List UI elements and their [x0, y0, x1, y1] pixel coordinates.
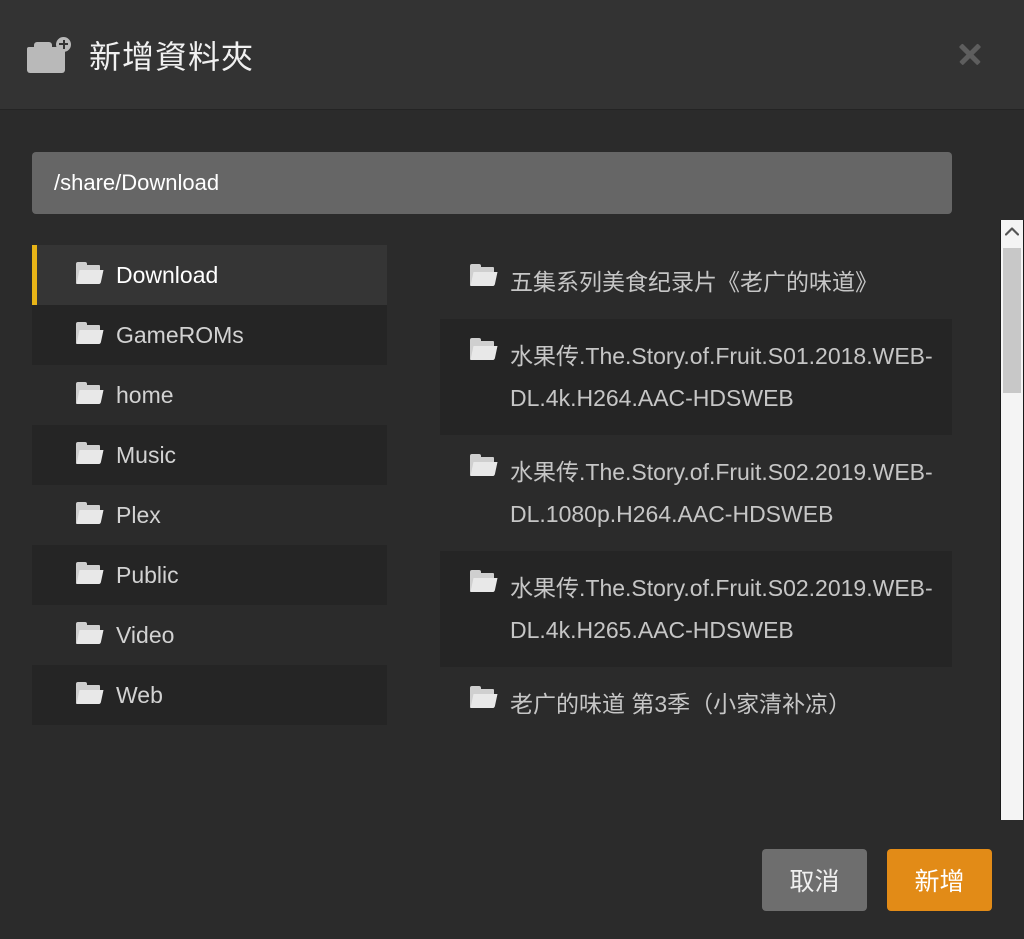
sidebar-item-web[interactable]: Web: [32, 665, 387, 725]
dialog-footer: 取消 新增: [0, 820, 1024, 939]
folder-icon: [76, 382, 104, 405]
sidebar-item-public[interactable]: Public: [32, 545, 387, 605]
sidebar-item-label: Music: [116, 441, 177, 468]
folder-icon: [76, 262, 104, 285]
list-item[interactable]: 水果传.The.Story.of.Fruit.S01.2018.WEB-DL.4…: [440, 319, 952, 435]
sidebar-item-label: Web: [116, 681, 163, 708]
sidebar-item-label: Public: [116, 561, 179, 588]
sidebar-item-label: Download: [116, 261, 219, 288]
folder-icon: [470, 338, 498, 361]
cancel-button[interactable]: 取消: [762, 848, 867, 911]
new-folder-dialog: 新增資料夾 Download GameROMs home Music Plex Publi…: [0, 0, 1024, 939]
folder-icon: [470, 264, 498, 287]
folder-icon: [76, 682, 104, 705]
folder-icon: [76, 502, 104, 525]
folder-icon: [470, 570, 498, 593]
folder-icon: [76, 562, 104, 585]
vertical-scrollbar[interactable]: [1000, 220, 1024, 820]
sidebar-item-label: GameROMs: [116, 321, 244, 348]
folder-name: 水果传.The.Story.of.Fruit.S02.2019.WEB-DL.1…: [510, 459, 933, 527]
close-icon[interactable]: [954, 38, 986, 70]
chevron-up-icon[interactable]: [1001, 220, 1023, 242]
path-input[interactable]: [32, 152, 952, 214]
share-list: Download GameROMs home Music Plex Public Video…: [32, 245, 387, 820]
sidebar-item-download[interactable]: Download: [32, 245, 387, 305]
scrollbar-thumb[interactable]: [1003, 248, 1021, 393]
sidebar-item-music[interactable]: Music: [32, 425, 387, 485]
sidebar-item-gameroms[interactable]: GameROMs: [32, 305, 387, 365]
folder-icon: [470, 454, 498, 477]
folder-browser: Download GameROMs home Music Plex Public Video…: [32, 245, 952, 820]
folder-name: 水果传.The.Story.of.Fruit.S01.2018.WEB-DL.4…: [510, 343, 933, 411]
dialog-body: Download GameROMs home Music Plex Public Video…: [0, 110, 1024, 820]
folder-icon: [76, 442, 104, 465]
folder-list: 五集系列美食纪录片《老广的味道》水果传.The.Story.of.Fruit.S…: [440, 245, 952, 820]
folder-plus-icon: [27, 35, 71, 75]
folder-name: 五集系列美食纪录片《老广的味道》: [510, 269, 878, 295]
sidebar-item-home[interactable]: home: [32, 365, 387, 425]
list-item[interactable]: 水果传.The.Story.of.Fruit.S02.2019.WEB-DL.1…: [440, 435, 952, 551]
list-item[interactable]: 五集系列美食纪录片《老广的味道》: [440, 245, 952, 319]
dialog-title: 新增資料夾: [89, 38, 255, 75]
folder-name: 水果传.The.Story.of.Fruit.S02.2019.WEB-DL.4…: [510, 575, 933, 643]
dialog-header: 新增資料夾: [0, 0, 1024, 110]
list-item[interactable]: 老广的味道 第3季（小家清补凉）: [440, 667, 952, 741]
sidebar-item-video[interactable]: Video: [32, 605, 387, 665]
sidebar-item-label: Plex: [116, 501, 161, 528]
list-item[interactable]: 水果传.The.Story.of.Fruit.S02.2019.WEB-DL.4…: [440, 551, 952, 667]
folder-icon: [470, 686, 498, 709]
folder-icon: [76, 322, 104, 345]
sidebar-item-label: Video: [116, 621, 175, 648]
folder-icon: [76, 622, 104, 645]
sidebar-item-plex[interactable]: Plex: [32, 485, 387, 545]
add-button[interactable]: 新增: [887, 848, 992, 911]
folder-name: 老广的味道 第3季（小家清补凉）: [510, 691, 852, 717]
sidebar-item-label: home: [116, 381, 174, 408]
